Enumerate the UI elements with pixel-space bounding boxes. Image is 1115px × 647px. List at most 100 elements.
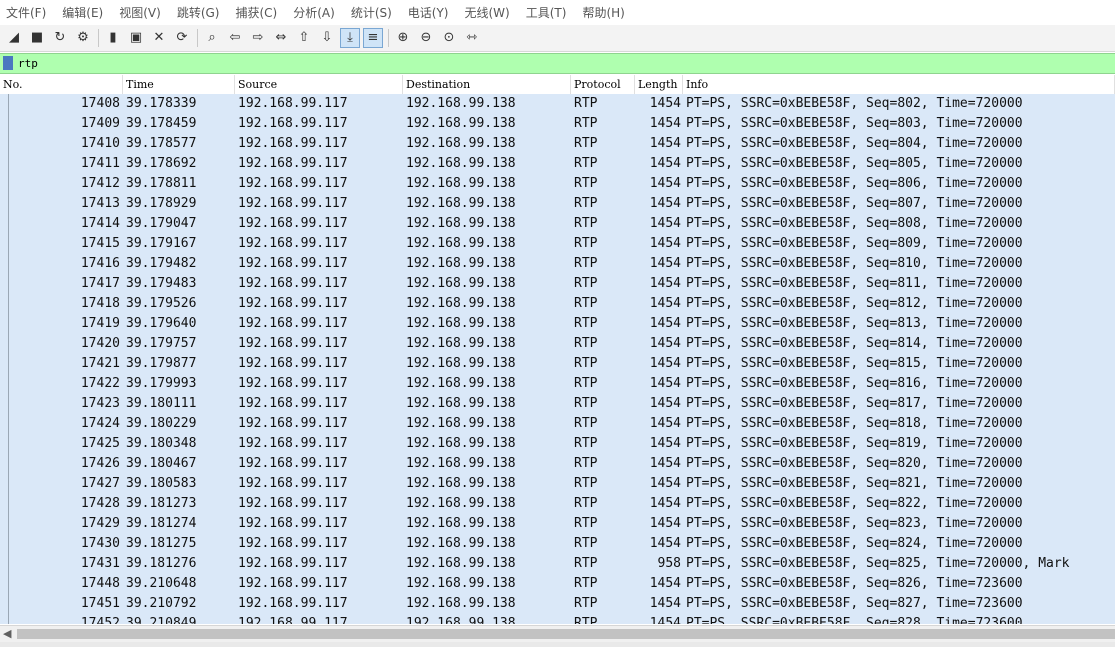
table-row[interactable]: 17413 39.178929 192.168.99.117 192.168.99.1… xyxy=(0,194,1115,214)
scroll-thumb[interactable] xyxy=(17,629,1115,639)
table-row[interactable]: 17425 39.180348 192.168.99.117 192.168.99.1… xyxy=(0,434,1115,454)
table-row[interactable]: 17429 39.181274 192.168.99.117 192.168.99.1… xyxy=(0,514,1115,534)
stop-icon[interactable]: ■ xyxy=(28,29,46,47)
capture-options-icon[interactable]: ⚙ xyxy=(74,29,92,47)
table-row[interactable]: 17417 39.179483 192.168.99.117 192.168.99.1… xyxy=(0,274,1115,294)
open-file-icon[interactable]: ▮ xyxy=(104,29,122,47)
reload-icon[interactable]: ⟳ xyxy=(173,29,191,47)
menu-item-8[interactable]: 无线(W) xyxy=(465,4,510,21)
packet-source: 192.168.99.117 xyxy=(238,196,348,211)
table-row[interactable]: 17416 39.179482 192.168.99.117 192.168.99.1… xyxy=(0,254,1115,274)
table-row[interactable]: 17423 39.180111 192.168.99.117 192.168.99.1… xyxy=(0,394,1115,414)
menu-item-9[interactable]: 工具(T) xyxy=(526,4,567,21)
packet-source: 192.168.99.117 xyxy=(238,96,348,111)
table-row[interactable]: 17409 39.178459 192.168.99.117 192.168.99.1… xyxy=(0,114,1115,134)
packet-destination: 192.168.99.138 xyxy=(406,236,516,251)
packet-list: 17408 39.178339 192.168.99.117 192.168.99.1… xyxy=(0,94,1115,624)
menu-item-2[interactable]: 视图(V) xyxy=(119,4,161,21)
packet-length: 1454 xyxy=(649,536,681,551)
find-packet-icon[interactable]: ⌕ xyxy=(203,29,221,47)
packet-source: 192.168.99.117 xyxy=(238,396,348,411)
packet-length: 1454 xyxy=(649,316,681,331)
display-filter-input[interactable] xyxy=(18,55,1108,71)
go-last-icon[interactable]: ⇩ xyxy=(318,29,336,47)
menu-item-7[interactable]: 电话(Y) xyxy=(408,4,449,21)
packet-length: 1454 xyxy=(649,496,681,511)
packet-source: 192.168.99.117 xyxy=(238,116,348,131)
column-header-no[interactable]: No. xyxy=(0,75,123,94)
packet-time: 39.179877 xyxy=(126,356,197,371)
shark-fin-start-icon[interactable]: ◢ xyxy=(5,29,23,47)
table-row[interactable]: 17422 39.179993 192.168.99.117 192.168.99.1… xyxy=(0,374,1115,394)
menu-item-0[interactable]: 文件(F) xyxy=(6,4,46,21)
packet-protocol: RTP xyxy=(574,456,598,471)
zoom-normal-icon[interactable]: ⊙ xyxy=(440,29,458,47)
table-row[interactable]: 17452 39.210849 192.168.99.117 192.168.99.1… xyxy=(0,614,1115,624)
save-file-icon[interactable]: ▣ xyxy=(127,29,145,47)
menu-item-10[interactable]: 帮助(H) xyxy=(582,4,624,21)
packet-info: PT=PS, SSRC=0xBEBE58F, Seq=811, Time=720… xyxy=(686,276,1023,291)
packet-protocol: RTP xyxy=(574,496,598,511)
packet-time: 39.179482 xyxy=(126,256,197,271)
table-row[interactable]: 17412 39.178811 192.168.99.117 192.168.99.1… xyxy=(0,174,1115,194)
menu-item-4[interactable]: 捕获(C) xyxy=(235,4,277,21)
packet-time: 39.178577 xyxy=(126,136,197,151)
column-header-protocol[interactable]: Protocol xyxy=(571,75,635,94)
go-forward-icon[interactable]: ⇨ xyxy=(249,29,267,47)
column-header-length[interactable]: Length xyxy=(635,75,683,94)
packet-time: 39.179526 xyxy=(126,296,197,311)
menu-item-3[interactable]: 跳转(G) xyxy=(177,4,220,21)
packet-destination: 192.168.99.138 xyxy=(406,556,516,571)
packet-source: 192.168.99.117 xyxy=(238,256,348,271)
table-row[interactable]: 17408 39.178339 192.168.99.117 192.168.99.1… xyxy=(0,94,1115,114)
zoom-in-icon[interactable]: ⊕ xyxy=(394,29,412,47)
column-header-destination[interactable]: Destination xyxy=(403,75,571,94)
menu-item-5[interactable]: 分析(A) xyxy=(293,4,335,21)
packet-destination: 192.168.99.138 xyxy=(406,96,516,111)
menu-item-1[interactable]: 编辑(E) xyxy=(62,4,103,21)
table-row[interactable]: 17421 39.179877 192.168.99.117 192.168.99.1… xyxy=(0,354,1115,374)
table-row[interactable]: 17424 39.180229 192.168.99.117 192.168.99.1… xyxy=(0,414,1115,434)
table-row[interactable]: 17430 39.181275 192.168.99.117 192.168.99.1… xyxy=(0,534,1115,554)
table-row[interactable]: 17448 39.210648 192.168.99.117 192.168.99.1… xyxy=(0,574,1115,594)
table-row[interactable]: 17415 39.179167 192.168.99.117 192.168.99.1… xyxy=(0,234,1115,254)
restart-icon[interactable]: ↻ xyxy=(51,29,69,47)
table-row[interactable]: 17420 39.179757 192.168.99.117 192.168.99.1… xyxy=(0,334,1115,354)
table-row[interactable]: 17428 39.181273 192.168.99.117 192.168.99.1… xyxy=(0,494,1115,514)
horizontal-scrollbar[interactable]: ◀ xyxy=(0,625,1115,642)
packet-destination: 192.168.99.138 xyxy=(406,536,516,551)
go-to-packet-icon[interactable]: ⇔ xyxy=(272,29,290,47)
packet-protocol: RTP xyxy=(574,136,598,151)
bookmark-icon[interactable] xyxy=(3,56,13,70)
packet-protocol: RTP xyxy=(574,536,598,551)
packet-length: 1454 xyxy=(649,436,681,451)
column-header-time[interactable]: Time xyxy=(123,75,235,94)
table-row[interactable]: 17431 39.181276 192.168.99.117 192.168.99.1… xyxy=(0,554,1115,574)
resize-columns-icon[interactable]: ⇿ xyxy=(463,29,481,47)
table-row[interactable]: 17419 39.179640 192.168.99.117 192.168.99.1… xyxy=(0,314,1115,334)
close-file-icon[interactable]: ✕ xyxy=(150,29,168,47)
table-row[interactable]: 17427 39.180583 192.168.99.117 192.168.99.1… xyxy=(0,474,1115,494)
go-first-icon[interactable]: ⇧ xyxy=(295,29,313,47)
column-header-source[interactable]: Source xyxy=(235,75,403,94)
table-row[interactable]: 17418 39.179526 192.168.99.117 192.168.99.1… xyxy=(0,294,1115,314)
table-row[interactable]: 17426 39.180467 192.168.99.117 192.168.99.1… xyxy=(0,454,1115,474)
autoscroll-icon[interactable]: ⤓ xyxy=(340,28,360,48)
packet-info: PT=PS, SSRC=0xBEBE58F, Seq=824, Time=720… xyxy=(686,536,1023,551)
table-row[interactable]: 17414 39.179047 192.168.99.117 192.168.99.1… xyxy=(0,214,1115,234)
packet-number: 17430 xyxy=(80,536,120,551)
go-back-icon[interactable]: ⇦ xyxy=(226,29,244,47)
table-row[interactable]: 17451 39.210792 192.168.99.117 192.168.99.1… xyxy=(0,594,1115,614)
packet-source: 192.168.99.117 xyxy=(238,416,348,431)
packet-time: 39.179757 xyxy=(126,336,197,351)
column-header-info[interactable]: Info xyxy=(683,75,1115,94)
scroll-left-icon[interactable]: ◀ xyxy=(3,627,15,641)
table-row[interactable]: 17411 39.178692 192.168.99.117 192.168.99.1… xyxy=(0,154,1115,174)
packet-source: 192.168.99.117 xyxy=(238,296,348,311)
zoom-out-icon[interactable]: ⊖ xyxy=(417,29,435,47)
packet-length: 1454 xyxy=(649,296,681,311)
packet-number: 17429 xyxy=(80,516,120,531)
colorize-icon[interactable]: ≡ xyxy=(363,28,383,48)
menu-item-6[interactable]: 统计(S) xyxy=(351,4,392,21)
table-row[interactable]: 17410 39.178577 192.168.99.117 192.168.99.1… xyxy=(0,134,1115,154)
